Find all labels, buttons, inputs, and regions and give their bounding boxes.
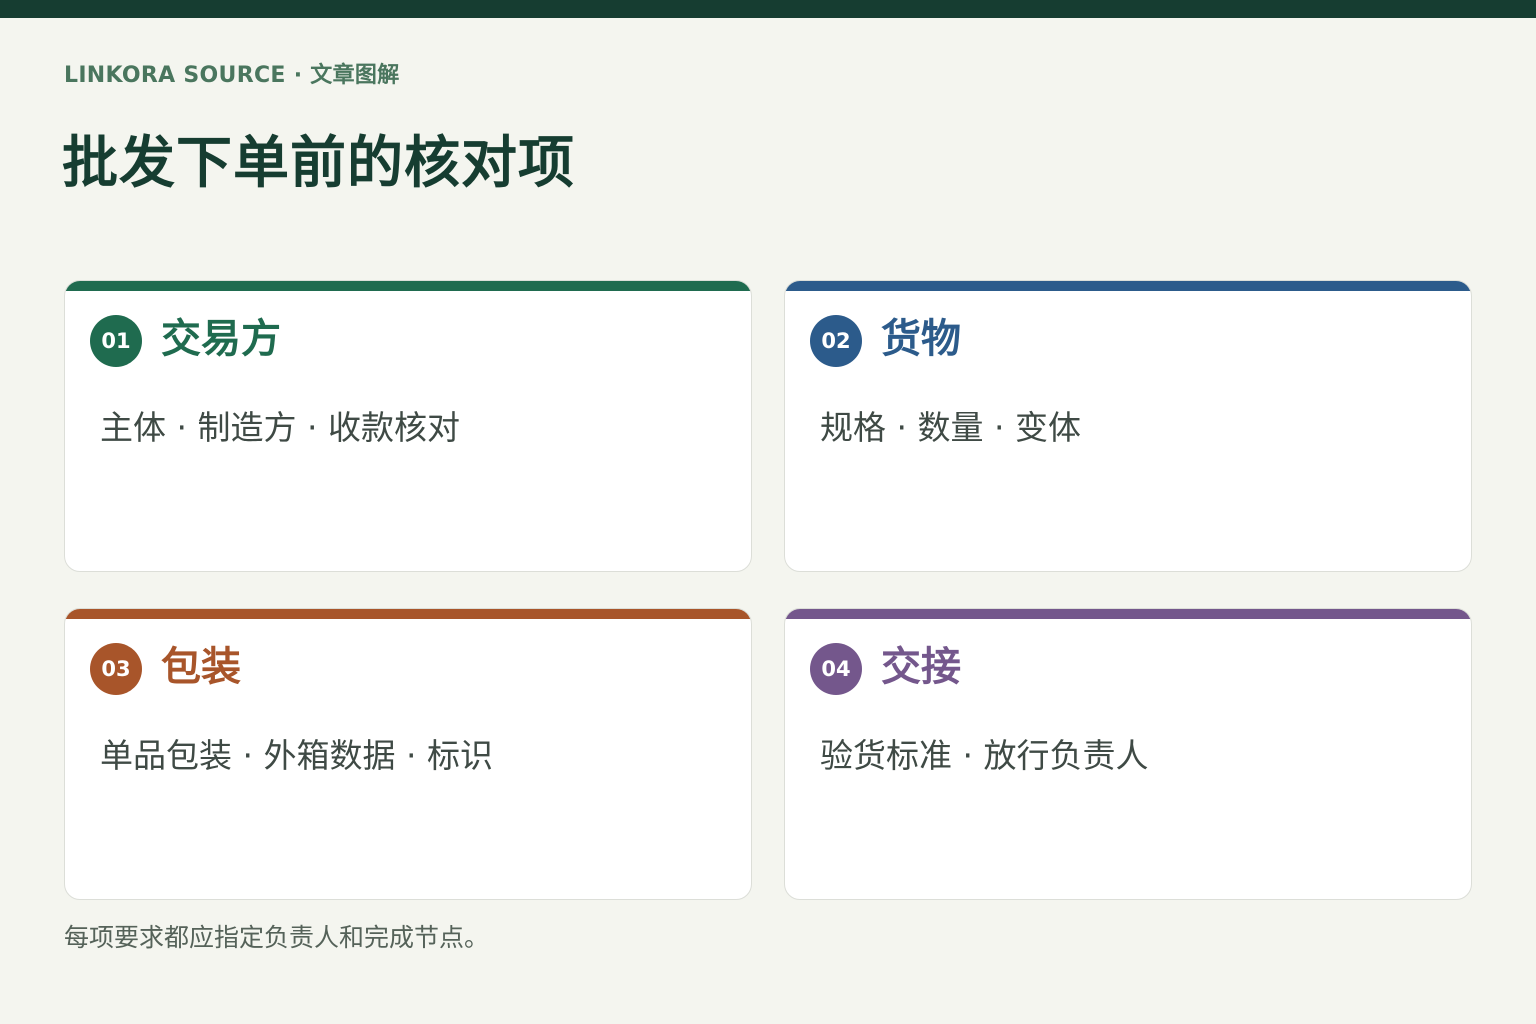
page-kicker: LINKORA SOURCE · 文章图解 <box>64 63 400 88</box>
card-number-badge: 03 <box>90 643 142 695</box>
page-title: 批发下单前的核对项 <box>62 131 575 196</box>
card-body: 验货标准 · 放行负责人 <box>820 736 1149 775</box>
card-body: 主体 · 制造方 · 收款核对 <box>100 408 460 447</box>
checklist-card-handover: 04 交接 验货标准 · 放行负责人 <box>784 608 1472 900</box>
card-number-badge: 01 <box>90 315 142 367</box>
card-body: 单品包装 · 外箱数据 · 标识 <box>100 736 493 775</box>
card-title: 交接 <box>881 644 961 690</box>
checklist-card-trading-parties: 01 交易方 主体 · 制造方 · 收款核对 <box>64 280 752 572</box>
card-body: 规格 · 数量 · 变体 <box>820 408 1081 447</box>
checklist-card-goods: 02 货物 规格 · 数量 · 变体 <box>784 280 1472 572</box>
card-accent-bar <box>65 609 751 619</box>
card-accent-bar <box>785 609 1471 619</box>
card-title: 交易方 <box>161 316 281 362</box>
card-title: 货物 <box>881 316 961 362</box>
footnote: 每项要求都应指定负责人和完成节点。 <box>64 923 490 952</box>
top-accent-bar <box>0 0 1536 18</box>
card-accent-bar <box>65 281 751 291</box>
card-accent-bar <box>785 281 1471 291</box>
checklist-card-packaging: 03 包装 单品包装 · 外箱数据 · 标识 <box>64 608 752 900</box>
card-title: 包装 <box>161 644 241 690</box>
card-number-badge: 04 <box>810 643 862 695</box>
card-number-badge: 02 <box>810 315 862 367</box>
